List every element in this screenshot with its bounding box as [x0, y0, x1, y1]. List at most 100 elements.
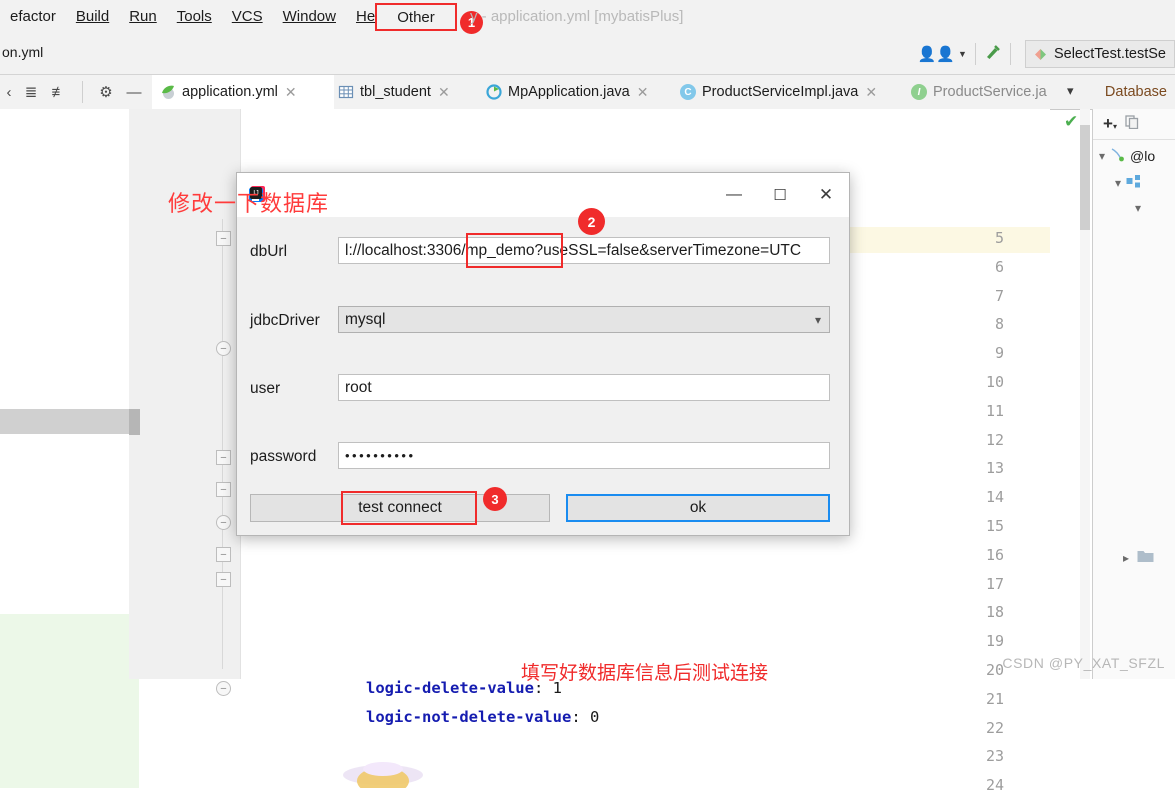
application-window: efactor Build Run Tools VCS Window Help … — [0, 0, 1175, 794]
tab-close-icon[interactable]: ✕ — [637, 84, 649, 101]
dburl-value: l://localhost:3306/mp_demo?useSSL=false&… — [345, 241, 802, 259]
menu-label: efactor — [10, 8, 56, 25]
yaml-key: logic-not-delete-value — [366, 708, 572, 726]
datasource-icon — [1110, 147, 1125, 165]
fold-marker-icon[interactable]: − — [216, 681, 231, 696]
window-title: y - application.yml [mybatisPlus] — [470, 8, 684, 25]
fold-marker-icon[interactable]: − — [216, 482, 231, 497]
settings-gear-icon[interactable]: ⚙ — [93, 79, 119, 105]
line-number: 20 — [985, 661, 1004, 679]
database-tool-window[interactable]: +▾ ▾ @lo ▾ ▾ ▸ — [1092, 109, 1175, 679]
copy-icon[interactable] — [1125, 114, 1139, 134]
people-icon[interactable]: 👤👤 — [918, 45, 955, 63]
left-arrow-icon[interactable]: ‹ — [2, 79, 16, 105]
tab-productserviceimpl-java[interactable]: C ProductServiceImpl.java ✕ — [672, 75, 908, 109]
line-number: 7 — [994, 286, 1004, 305]
badge-number: 3 — [491, 491, 499, 507]
tab-label: ProductServiceImpl.java — [702, 84, 859, 100]
fold-marker-icon[interactable]: − — [216, 572, 231, 587]
tab-close-icon[interactable]: ✕ — [285, 84, 297, 101]
line-number: 10 — [985, 373, 1004, 391]
menu-label: Tools — [176, 8, 212, 25]
expand-all-icon[interactable]: ≣ — [18, 79, 44, 105]
editor-annotation-text: 填写好数据库信息后测试连接 — [521, 663, 769, 684]
spring-boot-icon — [486, 84, 502, 100]
code-fold-guide — [222, 219, 223, 669]
line-number: 24 — [985, 776, 1004, 794]
chevron-right-icon[interactable]: ▸ — [1123, 551, 1129, 565]
ok-label: ok — [689, 499, 707, 516]
badge-number: 2 — [587, 213, 596, 230]
project-scrollbar-thumb[interactable] — [129, 409, 140, 435]
editor-scrollbar-thumb[interactable] — [1080, 125, 1090, 230]
fold-marker-icon[interactable]: − — [216, 547, 231, 562]
db-tree-child-row[interactable]: ▾ — [1135, 201, 1141, 215]
chevron-down-icon[interactable]: ▾ — [1099, 149, 1105, 163]
maximize-button[interactable]: ☐ — [757, 173, 803, 217]
tab-tbl-student[interactable]: tbl_student ✕ — [330, 75, 484, 109]
tab-application-yml[interactable]: application.yml ✕ — [152, 75, 334, 111]
main-toolbar: on.yml 👤👤 ▼ SelectTest.testSe — [0, 34, 1175, 75]
hammer-icon[interactable] — [984, 43, 1002, 66]
line-number: 6 — [994, 257, 1004, 276]
project-selected-row[interactable] — [0, 409, 139, 434]
ok-button[interactable]: ok — [566, 494, 830, 522]
jdbcdriver-select[interactable]: mysql ▾ — [338, 306, 830, 333]
project-scrollbar[interactable] — [129, 109, 140, 679]
tab-label: ProductService.ja — [933, 84, 1047, 100]
minimize-icon: — — [726, 186, 742, 203]
menu-label: Run — [129, 8, 157, 25]
collapse-all-icon[interactable]: ≢ — [46, 79, 72, 105]
toolbar-divider — [974, 43, 976, 65]
project-tool-panel[interactable] — [0, 109, 141, 788]
password-label: password — [250, 448, 317, 465]
db-tree-folder-row[interactable]: ▸ — [1123, 549, 1154, 566]
tab-productservice-java[interactable]: I ProductService.ja — [903, 75, 1075, 109]
hide-panel-icon[interactable]: — — [121, 79, 147, 105]
tab-overflow-chevron-icon[interactable]: ▾ — [1067, 83, 1074, 99]
editor-tab-strip: ‹ ≣ ≢ ⚙ — application.yml ✕ tbl_student … — [0, 75, 1175, 111]
fold-marker-icon[interactable]: − — [216, 341, 231, 356]
tab-close-icon[interactable]: ✕ — [438, 84, 450, 101]
annotation-badge-2: 2 — [578, 208, 605, 235]
line-number: 12 — [985, 430, 1004, 449]
minimize-button[interactable]: — — [711, 173, 757, 217]
tab-mpapplication-java[interactable]: MpApplication.java ✕ — [478, 75, 677, 109]
chevron-down-icon[interactable]: ▾ — [1115, 176, 1121, 190]
yaml-colon: : — [571, 708, 590, 726]
chevron-down-icon[interactable]: ▾ — [1135, 201, 1141, 215]
db-tree-schema-row[interactable]: ▾ — [1115, 174, 1146, 192]
chevron-down-icon[interactable]: ▾ — [815, 313, 821, 327]
menu-item-window[interactable]: Window — [273, 0, 346, 34]
password-input[interactable]: •••••••••• — [338, 442, 830, 469]
dburl-input[interactable]: l://localhost:3306/mp_demo?useSSL=false&… — [338, 237, 830, 264]
menu-bar: efactor Build Run Tools VCS Window Help … — [0, 0, 1175, 34]
dialog-window-buttons: — ☐ ✕ — [711, 173, 849, 217]
close-button[interactable]: ✕ — [803, 173, 849, 217]
tab-label: MpApplication.java — [508, 84, 630, 100]
menu-item-other[interactable]: Other — [375, 3, 457, 31]
database-config-dialog[interactable]: IJ — ☐ ✕ — [236, 172, 850, 536]
chevron-down-icon[interactable]: ▼ — [958, 49, 967, 59]
plus-icon[interactable]: +▾ — [1103, 114, 1117, 134]
db-tree-root-row[interactable]: ▾ @lo — [1099, 147, 1155, 165]
menu-item-tools[interactable]: Tools — [167, 0, 222, 34]
menu-item-list: efactor Build Run Tools VCS Window Help — [0, 0, 397, 34]
toolbar-divider — [1009, 43, 1011, 65]
fold-marker-icon[interactable]: − — [216, 450, 231, 465]
inspection-checkmark-icon[interactable]: ✔ — [1064, 112, 1078, 132]
menu-item-build[interactable]: Build — [66, 0, 119, 34]
user-input[interactable]: root — [338, 374, 830, 401]
run-configuration-selector[interactable]: SelectTest.testSe — [1024, 40, 1175, 68]
password-value: •••••••••• — [345, 448, 416, 463]
tab-close-icon[interactable]: ✕ — [865, 84, 877, 101]
fold-marker-icon[interactable]: − — [216, 231, 231, 246]
menu-item-run[interactable]: Run — [119, 0, 167, 34]
menu-item-vcs[interactable]: VCS — [222, 0, 273, 34]
run-config-icon — [1034, 48, 1046, 60]
fold-marker-icon[interactable]: − — [216, 515, 231, 530]
database-toolbar: +▾ — [1093, 109, 1175, 140]
database-tool-window-label[interactable]: Database — [1105, 75, 1175, 109]
menu-item-refactor[interactable]: efactor — [0, 0, 66, 34]
table-icon — [338, 84, 354, 100]
